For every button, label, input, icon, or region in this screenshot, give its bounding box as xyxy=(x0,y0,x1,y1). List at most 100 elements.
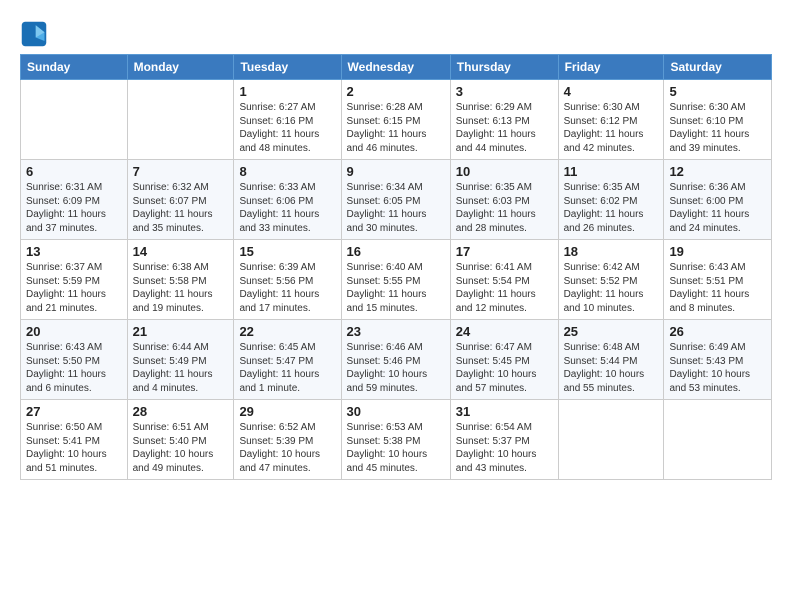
day-info: Sunrise: 6:43 AMSunset: 5:51 PMDaylight:… xyxy=(669,261,766,315)
day-number: 8 xyxy=(239,164,335,179)
day-number: 1 xyxy=(239,84,335,99)
calendar-cell: 23 Sunrise: 6:46 AMSunset: 5:46 PMDayligh… xyxy=(341,320,450,400)
day-info: Sunrise: 6:37 AMSunset: 5:59 PMDaylight:… xyxy=(26,261,122,315)
calendar-cell: 21 Sunrise: 6:44 AMSunset: 5:49 PMDayligh… xyxy=(127,320,234,400)
day-number: 27 xyxy=(26,404,122,419)
calendar-week-4: 20 Sunrise: 6:43 AMSunset: 5:50 PMDayligh… xyxy=(21,320,772,400)
day-info: Sunrise: 6:31 AMSunset: 6:09 PMDaylight:… xyxy=(26,181,122,235)
weekday-header-saturday: Saturday xyxy=(664,55,772,80)
calendar-cell: 29Sunrise: 6:52 AMSunset: 5:39 PMDayligh… xyxy=(234,400,341,480)
calendar-cell: 10Sunrise: 6:35 AMSunset: 6:03 PMDayligh… xyxy=(450,160,558,240)
calendar-cell xyxy=(558,400,664,480)
calendar-cell: 28 Sunrise: 6:51 AMSunset: 5:40 PMDayligh… xyxy=(127,400,234,480)
day-info: Sunrise: 6:41 AMSunset: 5:54 PMDaylight:… xyxy=(456,261,553,315)
day-number: 22 xyxy=(239,324,335,339)
calendar-cell xyxy=(127,80,234,160)
calendar-cell: 1 Sunrise: 6:27 AMSunset: 6:16 PMDaylight… xyxy=(234,80,341,160)
day-info: Sunrise: 6:40 AMSunset: 5:55 PMDaylight:… xyxy=(347,261,445,315)
weekday-header-wednesday: Wednesday xyxy=(341,55,450,80)
calendar-cell: 20 Sunrise: 6:43 AMSunset: 5:50 PMDayligh… xyxy=(21,320,128,400)
logo xyxy=(20,20,52,48)
day-info: Sunrise: 6:51 AMSunset: 5:40 PMDaylight:… xyxy=(133,421,229,475)
calendar-week-3: 13 Sunrise: 6:37 AMSunset: 5:59 PMDayligh… xyxy=(21,240,772,320)
day-number: 23 xyxy=(347,324,445,339)
day-number: 18 xyxy=(564,244,659,259)
calendar-cell: 11 Sunrise: 6:35 AMSunset: 6:02 PMDayligh… xyxy=(558,160,664,240)
weekday-header-thursday: Thursday xyxy=(450,55,558,80)
day-info: Sunrise: 6:50 AMSunset: 5:41 PMDaylight:… xyxy=(26,421,122,475)
day-info: Sunrise: 6:53 AMSunset: 5:38 PMDaylight:… xyxy=(347,421,445,475)
day-info: Sunrise: 6:47 AMSunset: 5:45 PMDaylight:… xyxy=(456,341,553,395)
day-info: Sunrise: 6:30 AMSunset: 6:10 PMDaylight:… xyxy=(669,101,766,155)
day-info: Sunrise: 6:36 AMSunset: 6:00 PMDaylight:… xyxy=(669,181,766,235)
day-info: Sunrise: 6:44 AMSunset: 5:49 PMDaylight:… xyxy=(133,341,229,395)
day-number: 9 xyxy=(347,164,445,179)
calendar-cell: 6 Sunrise: 6:31 AMSunset: 6:09 PMDaylight… xyxy=(21,160,128,240)
calendar-week-1: 1 Sunrise: 6:27 AMSunset: 6:16 PMDaylight… xyxy=(21,80,772,160)
calendar-cell: 22 Sunrise: 6:45 AMSunset: 5:47 PMDayligh… xyxy=(234,320,341,400)
calendar-cell: 26Sunrise: 6:49 AMSunset: 5:43 PMDayligh… xyxy=(664,320,772,400)
day-info: Sunrise: 6:39 AMSunset: 5:56 PMDaylight:… xyxy=(239,261,335,315)
day-info: Sunrise: 6:48 AMSunset: 5:44 PMDaylight:… xyxy=(564,341,659,395)
day-info: Sunrise: 6:33 AMSunset: 6:06 PMDaylight:… xyxy=(239,181,335,235)
day-number: 12 xyxy=(669,164,766,179)
calendar-cell: 4Sunrise: 6:30 AMSunset: 6:12 PMDaylight… xyxy=(558,80,664,160)
calendar-cell: 14Sunrise: 6:38 AMSunset: 5:58 PMDayligh… xyxy=(127,240,234,320)
day-number: 20 xyxy=(26,324,122,339)
day-number: 2 xyxy=(347,84,445,99)
logo-icon xyxy=(20,20,48,48)
calendar-cell: 30Sunrise: 6:53 AMSunset: 5:38 PMDayligh… xyxy=(341,400,450,480)
calendar-cell: 19 Sunrise: 6:43 AMSunset: 5:51 PMDayligh… xyxy=(664,240,772,320)
day-info: Sunrise: 6:35 AMSunset: 6:02 PMDaylight:… xyxy=(564,181,659,235)
day-info: Sunrise: 6:30 AMSunset: 6:12 PMDaylight:… xyxy=(564,101,659,155)
calendar-cell: 13 Sunrise: 6:37 AMSunset: 5:59 PMDayligh… xyxy=(21,240,128,320)
day-number: 25 xyxy=(564,324,659,339)
calendar-week-5: 27 Sunrise: 6:50 AMSunset: 5:41 PMDayligh… xyxy=(21,400,772,480)
weekday-header-tuesday: Tuesday xyxy=(234,55,341,80)
day-info: Sunrise: 6:29 AMSunset: 6:13 PMDaylight:… xyxy=(456,101,553,155)
day-number: 6 xyxy=(26,164,122,179)
weekday-header-monday: Monday xyxy=(127,55,234,80)
calendar-cell xyxy=(664,400,772,480)
day-number: 16 xyxy=(347,244,445,259)
calendar-cell: 9 Sunrise: 6:34 AMSunset: 6:05 PMDaylight… xyxy=(341,160,450,240)
calendar-cell: 16 Sunrise: 6:40 AMSunset: 5:55 PMDayligh… xyxy=(341,240,450,320)
calendar-cell: 17 Sunrise: 6:41 AMSunset: 5:54 PMDayligh… xyxy=(450,240,558,320)
day-number: 29 xyxy=(239,404,335,419)
day-info: Sunrise: 6:45 AMSunset: 5:47 PMDaylight:… xyxy=(239,341,335,395)
calendar-week-2: 6 Sunrise: 6:31 AMSunset: 6:09 PMDaylight… xyxy=(21,160,772,240)
day-info: Sunrise: 6:27 AMSunset: 6:16 PMDaylight:… xyxy=(239,101,335,155)
day-number: 28 xyxy=(133,404,229,419)
calendar-cell: 27 Sunrise: 6:50 AMSunset: 5:41 PMDayligh… xyxy=(21,400,128,480)
weekday-header-friday: Friday xyxy=(558,55,664,80)
calendar-cell: 3 Sunrise: 6:29 AMSunset: 6:13 PMDaylight… xyxy=(450,80,558,160)
header xyxy=(20,16,772,48)
weekday-header-row: SundayMondayTuesdayWednesdayThursdayFrid… xyxy=(21,55,772,80)
calendar-cell xyxy=(21,80,128,160)
calendar-cell: 12 Sunrise: 6:36 AMSunset: 6:00 PMDayligh… xyxy=(664,160,772,240)
day-number: 15 xyxy=(239,244,335,259)
calendar-cell: 5 Sunrise: 6:30 AMSunset: 6:10 PMDaylight… xyxy=(664,80,772,160)
calendar-table: SundayMondayTuesdayWednesdayThursdayFrid… xyxy=(20,54,772,480)
day-info: Sunrise: 6:46 AMSunset: 5:46 PMDaylight:… xyxy=(347,341,445,395)
day-number: 31 xyxy=(456,404,553,419)
day-info: Sunrise: 6:34 AMSunset: 6:05 PMDaylight:… xyxy=(347,181,445,235)
calendar-cell: 2 Sunrise: 6:28 AMSunset: 6:15 PMDaylight… xyxy=(341,80,450,160)
day-number: 17 xyxy=(456,244,553,259)
calendar-cell: 31Sunrise: 6:54 AMSunset: 5:37 PMDayligh… xyxy=(450,400,558,480)
calendar-cell: 8 Sunrise: 6:33 AMSunset: 6:06 PMDaylight… xyxy=(234,160,341,240)
calendar-cell: 25 Sunrise: 6:48 AMSunset: 5:44 PMDayligh… xyxy=(558,320,664,400)
day-number: 11 xyxy=(564,164,659,179)
calendar-cell: 7Sunrise: 6:32 AMSunset: 6:07 PMDaylight… xyxy=(127,160,234,240)
day-number: 13 xyxy=(26,244,122,259)
day-number: 19 xyxy=(669,244,766,259)
day-number: 26 xyxy=(669,324,766,339)
day-number: 21 xyxy=(133,324,229,339)
day-number: 5 xyxy=(669,84,766,99)
day-number: 7 xyxy=(133,164,229,179)
calendar-cell: 18Sunrise: 6:42 AMSunset: 5:52 PMDayligh… xyxy=(558,240,664,320)
day-info: Sunrise: 6:43 AMSunset: 5:50 PMDaylight:… xyxy=(26,341,122,395)
calendar-page: SundayMondayTuesdayWednesdayThursdayFrid… xyxy=(0,0,792,612)
day-number: 3 xyxy=(456,84,553,99)
day-info: Sunrise: 6:28 AMSunset: 6:15 PMDaylight:… xyxy=(347,101,445,155)
